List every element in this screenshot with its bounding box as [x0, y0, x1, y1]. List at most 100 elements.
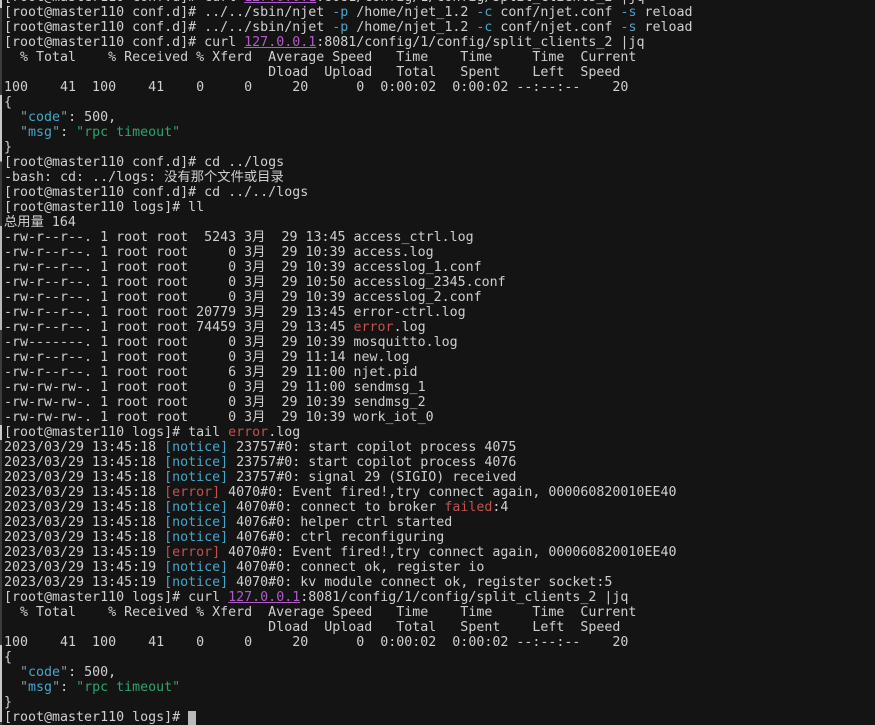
terminal-line: [root@master110 conf.d]# ../../sbin/njet…	[4, 20, 875, 35]
terminal-line: }	[4, 695, 875, 710]
terminal-text: Dload Upload Total Spent Left Speed	[4, 65, 620, 80]
terminal-text: msg	[28, 125, 52, 140]
terminal-line: {	[4, 650, 875, 665]
terminal-text: -rw-rw-rw-. 1 root root 0 3月 29 10:39 wo…	[4, 410, 434, 425]
terminal-text: -p	[332, 20, 348, 35]
terminal-text: /home/njet_1.2	[348, 20, 476, 35]
terminal-text: 2023/03/29 13:45:18	[4, 500, 164, 515]
terminal-text: }	[4, 140, 12, 155]
terminal-text: -rw-r--r--. 1 root root 0 3月 29 10:39 ac…	[4, 290, 482, 305]
terminal-text: .log	[394, 320, 426, 335]
terminal-text: 23757#0: start copilot process 4076	[228, 455, 516, 470]
terminal-line: "msg": "rpc timeout"	[4, 680, 875, 695]
terminal-text: [notice]	[164, 500, 228, 515]
terminal-line: % Total % Received % Xferd Average Speed…	[4, 605, 875, 620]
terminal-text: [root@master110 conf.d]# curl	[4, 35, 244, 50]
terminal-text: error	[354, 320, 394, 335]
terminal-text: "	[20, 665, 28, 680]
terminal-line: -bash: cd: ../logs: 没有那个文件或目录	[4, 170, 875, 185]
terminal-line: 2023/03/29 13:45:18 [notice] 4076#0: ctr…	[4, 530, 875, 545]
terminal-text: reload	[636, 20, 692, 35]
terminal-line: -rw-------. 1 root root 0 3月 29 10:39 mo…	[4, 335, 875, 350]
terminal-text	[4, 665, 20, 680]
terminal-text: 4070#0: Event fired!,try connect again, …	[220, 485, 676, 500]
terminal-text: -p	[332, 5, 348, 20]
terminal-line: [root@master110 conf.d]# ../../sbin/njet…	[4, 5, 875, 20]
terminal-text: % Total % Received % Xferd Average Speed…	[4, 605, 636, 620]
terminal-text: 2023/03/29 13:45:18	[4, 470, 164, 485]
terminal-line: 2023/03/29 13:45:18 [notice] 23757#0: st…	[4, 455, 875, 470]
terminal-text: :4	[492, 500, 508, 515]
terminal-text: -rw-r--r--. 1 root root 6 3月 29 11:00 nj…	[4, 365, 418, 380]
terminal-line: [root@master110 logs]# ll	[4, 200, 875, 215]
terminal-text: 4070#0: kv module connect ok, register s…	[228, 575, 612, 590]
terminal-line: -rw-rw-rw-. 1 root root 0 3月 29 10:39 wo…	[4, 410, 875, 425]
terminal-text: [root@master110 conf.d]# cd ../logs	[4, 155, 284, 170]
terminal-line: 2023/03/29 13:45:19 [notice] 4070#0: kv …	[4, 575, 875, 590]
terminal-text: 100 41 100 41 0 0 20 0 0:00:02 0:00:02 -…	[4, 635, 628, 650]
terminal-text: -rw-r--r--. 1 root root 0 3月 29 10:50 ac…	[4, 275, 506, 290]
terminal-text: "	[20, 125, 28, 140]
terminal-line: -rw-rw-rw-. 1 root root 0 3月 29 10:39 se…	[4, 395, 875, 410]
terminal-text: 2023/03/29 13:45:19	[4, 545, 164, 560]
terminal-text: msg	[28, 680, 52, 695]
terminal-text: 23757#0: start copilot process 4075	[228, 440, 516, 455]
terminal-cursor	[188, 711, 196, 725]
terminal-line: 2023/03/29 13:45:18 [notice] 23757#0: st…	[4, 440, 875, 455]
terminal-line: -rw-r--r--. 1 root root 20779 3月 29 13:4…	[4, 305, 875, 320]
terminal-line: 2023/03/29 13:45:19 [notice] 4070#0: con…	[4, 560, 875, 575]
terminal-text: [root@master110 conf.d]# ../../sbin/njet	[4, 20, 332, 35]
terminal-text: conf/njet.conf	[492, 20, 620, 35]
terminal-text: "	[60, 665, 68, 680]
terminal-text: "	[20, 110, 28, 125]
terminal-text: -s	[620, 5, 636, 20]
terminal-line: -rw-r--r--. 1 root root 5243 3月 29 13:45…	[4, 230, 875, 245]
terminal-text: [notice]	[164, 575, 228, 590]
terminal-text: {	[4, 650, 12, 665]
terminal-line: [root@master110 logs]# curl 127.0.0.1:80…	[4, 590, 875, 605]
terminal-text: -rw-r--r--. 1 root root 0 3月 29 10:39 ac…	[4, 245, 434, 260]
terminal-line: [root@master110 conf.d]# cd ../logs	[4, 155, 875, 170]
terminal-line: -rw-r--r--. 1 root root 0 3月 29 10:50 ac…	[4, 275, 875, 290]
terminal-text: [notice]	[164, 440, 228, 455]
terminal-text: code	[28, 665, 60, 680]
terminal-text: conf/njet.conf	[492, 5, 620, 20]
terminal-text: -rw-r--r--. 1 root root 0 3月 29 11:14 ne…	[4, 350, 410, 365]
terminal-text: 2023/03/29 13:45:18	[4, 515, 164, 530]
terminal-text: 2023/03/29 13:45:18	[4, 530, 164, 545]
terminal-text: -rw-rw-rw-. 1 root root 0 3月 29 10:39 se…	[4, 395, 426, 410]
terminal-text: [error]	[164, 485, 220, 500]
terminal-text: :8081/config/1/config/split_clients_2 |j…	[316, 35, 644, 50]
terminal-text: /home/njet_1.2	[348, 5, 476, 20]
terminal-text: "rpc timeout"	[76, 680, 180, 695]
terminal-line: }	[4, 140, 875, 155]
window-left-edge	[0, 0, 2, 725]
terminal-text: code	[28, 110, 60, 125]
terminal-line: 100 41 100 41 0 0 20 0 0:00:02 0:00:02 -…	[4, 635, 875, 650]
terminal-scrollback: [root@master110 conf.d]# curl 127.0.0.1:…	[0, 0, 875, 725]
terminal-line: 100 41 100 41 0 0 20 0 0:00:02 0:00:02 -…	[4, 80, 875, 95]
terminal-text: 2023/03/29 13:45:19	[4, 575, 164, 590]
terminal-text: [root@master110 conf.d]# ../../sbin/njet	[4, 5, 332, 20]
terminal-text: 总用量 164	[4, 215, 76, 230]
terminal-text: [error]	[164, 545, 220, 560]
terminal-line: 2023/03/29 13:45:19 [error] 4070#0: Even…	[4, 545, 875, 560]
terminal-text: 23757#0: signal 29 (SIGIO) received	[228, 470, 516, 485]
terminal-text: -rw-rw-rw-. 1 root root 0 3月 29 11:00 se…	[4, 380, 426, 395]
terminal-text: 4076#0: helper ctrl started	[228, 515, 452, 530]
terminal-line: -rw-r--r--. 1 root root 0 3月 29 10:39 ac…	[4, 290, 875, 305]
ip-address-text: 127.0.0.1	[228, 590, 300, 605]
terminal-text	[4, 110, 20, 125]
terminal-text: [root@master110 conf.d]# cd ../../logs	[4, 185, 308, 200]
terminal-text: 100 41 100 41 0 0 20 0 0:00:02 0:00:02 -…	[4, 80, 628, 95]
terminal-text	[4, 680, 20, 695]
terminal-text: 2023/03/29 13:45:19	[4, 560, 164, 575]
terminal-window[interactable]: [root@master110 conf.d]# curl 127.0.0.1:…	[0, 0, 875, 725]
terminal-line: -rw-r--r--. 1 root root 6 3月 29 11:00 nj…	[4, 365, 875, 380]
terminal-text: "	[52, 125, 60, 140]
terminal-text: [root@master110 logs]# tail	[4, 425, 228, 440]
terminal-text: -rw-r--r--. 1 root root 0 3月 29 10:39 ac…	[4, 260, 482, 275]
terminal-text: [root@master110 logs]# ll	[4, 200, 204, 215]
terminal-line: -rw-rw-rw-. 1 root root 0 3月 29 11:00 se…	[4, 380, 875, 395]
terminal-text: "	[52, 680, 60, 695]
